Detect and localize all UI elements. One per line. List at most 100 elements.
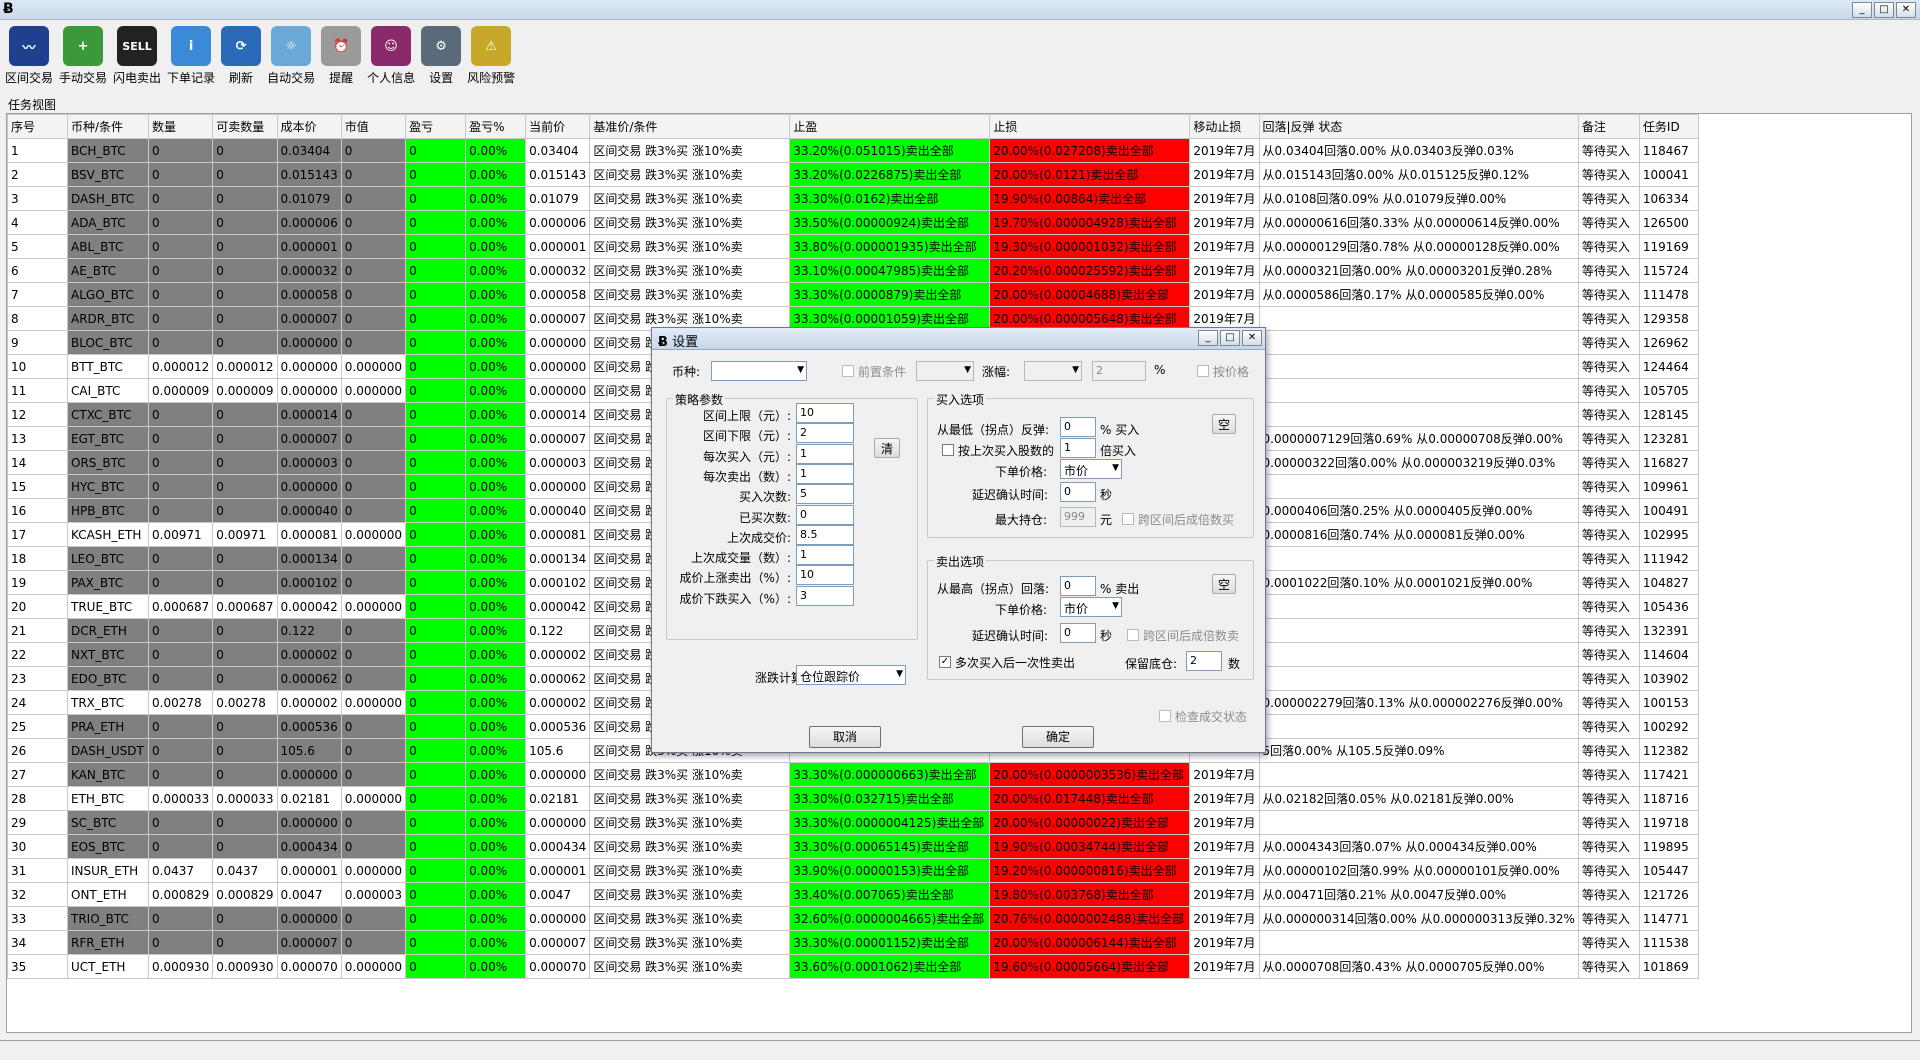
strategy-field-input[interactable]: 0 [796,505,854,525]
ok-button[interactable]: 确定 [1022,726,1094,748]
column-header[interactable]: 盈亏% [465,114,527,139]
table-row[interactable]: 31 INSUR_ETH 0.0437 0.0437 0.000001 0.000000 0… [7,858,1699,883]
table-row[interactable]: 29 SC_BTC 0 0 0.000000 0 0 0.00% 0.000000 区间交易 跌3… [7,810,1699,835]
toolbar-button-4[interactable]: ⟳ 刷新 [218,22,264,86]
by-price-checkbox[interactable] [1197,365,1209,377]
column-header[interactable]: 回落|反弹 状态 [1258,114,1579,139]
column-header[interactable]: 止盈 [789,114,991,139]
toolbar-button-5[interactable]: ☼ 自动交易 [264,22,318,86]
column-header[interactable]: 数量 [147,114,214,139]
table-cell: 32.60%(0.0000004665)卖出全部 [789,906,991,931]
max-position-input[interactable]: 999 [1060,507,1096,527]
table-row[interactable]: 32 ONT_ETH 0.000829 0.000829 0.0047 0.000003 0… [7,882,1699,907]
toolbar-button-6[interactable]: ⏰ 提醒 [318,22,364,86]
table-row[interactable]: 33 TRIO_BTC 0 0 0.000000 0 0 0.00% 0.000000 区间交易 … [7,906,1699,931]
column-header[interactable]: 序号 [7,114,68,139]
toolbar-button-8[interactable]: ⚙ 设置 [418,22,464,86]
column-header[interactable]: 当前价 [525,114,591,139]
column-header[interactable]: 成本价 [276,114,342,139]
coin-select[interactable] [711,361,807,381]
table-row[interactable]: 5 ABL_BTC 0 0 0.000001 0 0 0.00% 0.000001 区间交易 跌3… [7,234,1699,259]
table-cell: 等待买入 [1577,570,1640,595]
column-header[interactable]: 市值 [340,114,407,139]
minimize-button[interactable]: _ [1852,2,1872,18]
range-select[interactable] [1024,361,1082,381]
table-cell: 0 [340,450,407,475]
table-row[interactable]: 4 ADA_BTC 0 0 0.000006 0 0 0.00% 0.000006 区间交易 跌3… [7,210,1699,235]
table-row[interactable]: 1 BCH_BTC 0 0 0.03404 0 0 0.00% 0.03404 区间交易 跌3%买… [7,138,1699,163]
strategy-field-input[interactable]: 8.5 [796,525,854,545]
toolbar-button-1[interactable]: + 手动交易 [56,22,110,86]
toolbar-button-0[interactable]: 〰区间交易 [2,22,56,86]
table-row[interactable]: 27 KAN_BTC 0 0 0.000000 0 0 0.00% 0.000000 区间交易 跌… [7,762,1699,787]
table-cell: 2019年7月 [1189,162,1260,187]
column-header[interactable]: 可卖数量 [212,114,278,139]
table-cell: 20.76%(0.0000002488)卖出全部 [989,906,1191,931]
sell-empty-button[interactable]: 空 [1212,574,1236,594]
buy-cross-checkbox[interactable] [1122,513,1134,525]
strategy-field-input[interactable]: 5 [796,484,854,504]
strategy-field-input[interactable]: 1 [796,464,854,484]
basis-select[interactable]: 仓位跟踪价 [796,665,906,685]
clear-button[interactable]: 清 [874,438,900,458]
dialog-close-button[interactable]: ✕ [1242,330,1262,346]
column-header[interactable]: 移动止损 [1189,114,1260,139]
table-row[interactable]: 7 ALGO_BTC 0 0 0.000058 0 0 0.00% 0.000058 区间交易 跌… [7,282,1699,307]
table-cell: 6 [7,258,68,283]
toolbar-label: 风险预警 [467,71,516,85]
strategy-field-input[interactable]: 10 [796,565,854,585]
column-header[interactable]: 止损 [989,114,1191,139]
table-cell: BSV_BTC [67,162,149,187]
table-row[interactable]: 28 ETH_BTC 0.000033 0.000033 0.02181 0.000000… [7,786,1699,811]
dialog-maximize-button[interactable]: □ [1220,330,1240,346]
sell-delay-input[interactable]: 0 [1060,623,1096,643]
table-row[interactable]: 3 DASH_BTC 0 0 0.01079 0 0 0.00% 0.01079 区间交易 跌3%… [7,186,1699,211]
sell-price-select[interactable]: 市价 [1060,597,1122,617]
table-cell: 0.000134 [525,546,591,571]
range-input[interactable]: 2 [1092,361,1146,381]
strategy-field-input[interactable]: 3 [796,586,854,606]
multi-sell-checkbox[interactable]: ✓ [939,656,951,668]
table-row[interactable]: 2 BSV_BTC 0 0 0.015143 0 0 0.00% 0.015143 区间交易 跌3… [7,162,1699,187]
precondition-select[interactable] [916,361,974,381]
table-row[interactable]: 35 UCT_ETH 0.000930 0.000930 0.000070 0.00000… [7,954,1699,979]
toolbar-button-3[interactable]: i 下单记录 [164,22,218,86]
column-header[interactable]: 盈亏 [405,114,467,139]
table-cell: 0.000002279回落0.13% 从0.000002276反弹0.00% [1258,690,1579,715]
buy-empty-button[interactable]: 空 [1212,414,1236,434]
table-row[interactable]: 6 AE_BTC 0 0 0.000032 0 0 0.00% 0.000032 区间交易 跌3%… [7,258,1699,283]
buy-price-select[interactable]: 市价 [1060,459,1122,479]
maximize-button[interactable]: □ [1874,2,1894,18]
toolbar-button-7[interactable]: ☺ 个人信息 [364,22,418,86]
table-cell: 0 [405,642,467,667]
table-cell: 0.0000406回落0.25% 从0.0000405反弹0.00% [1258,498,1579,523]
buy-delay-input[interactable]: 0 [1060,482,1096,502]
check-status-checkbox[interactable] [1159,710,1171,722]
table-cell [1258,546,1579,571]
keep-position-input[interactable]: 2 [1186,651,1222,671]
precondition-checkbox[interactable] [842,365,854,377]
close-button[interactable]: ✕ [1896,2,1916,18]
table-cell: 0 [147,570,214,595]
strategy-field-input[interactable]: 2 [796,423,854,443]
column-header[interactable]: 备注 [1577,114,1640,139]
strategy-field-input[interactable]: 10 [796,403,854,423]
strategy-field-input[interactable]: 1 [796,444,854,464]
buy-rebound-input[interactable]: 0 [1060,417,1096,437]
sell-fall-input[interactable]: 0 [1060,576,1096,596]
column-header[interactable]: 基准价/条件 [589,114,791,139]
cancel-button[interactable]: 取消 [809,726,881,748]
toolbar-button-9[interactable]: ⚠ 风险预警 [464,22,518,86]
strategy-field-input[interactable]: 1 [796,545,854,565]
column-header[interactable]: 任务ID [1638,114,1699,139]
table-row[interactable]: 34 RFR_ETH 0 0 0.000007 0 0 0.00% 0.000007 区间交易 跌… [7,930,1699,955]
table-cell: 0.000040 [276,498,342,523]
last-qty-checkbox[interactable] [942,444,954,456]
column-header[interactable]: 币种/条件 [67,114,149,139]
dialog-minimize-button[interactable]: _ [1198,330,1218,346]
sell-cross-checkbox[interactable] [1127,629,1139,641]
last-qty-input[interactable]: 1 [1060,438,1096,458]
table-row[interactable]: 30 EOS_BTC 0 0 0.000434 0 0 0.00% 0.000434 区间交易 跌… [7,834,1699,859]
toolbar-button-2[interactable]: SELL 闪电卖出 [110,22,164,86]
table-cell: 0 [405,474,467,499]
